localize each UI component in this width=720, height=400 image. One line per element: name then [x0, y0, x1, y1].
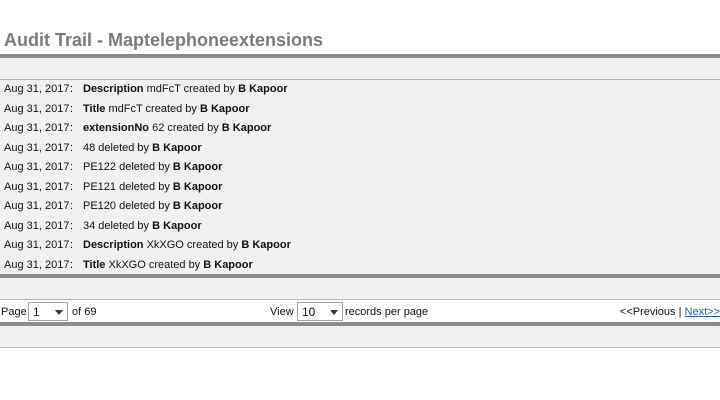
audit-entry: Aug 31, 2017: PE122 deleted by B Kapoor — [0, 158, 720, 178]
entry-prefix: PE120 deleted by — [83, 200, 173, 212]
entry-message: Description XkXGO created by B Kapoor — [83, 236, 291, 256]
entry-separator: : — [70, 141, 74, 154]
audit-entry: Aug 31, 2017: PE121 deleted by B Kapoor — [0, 178, 720, 198]
entry-date: Aug 31, 2017 — [4, 122, 70, 134]
entry-user: B Kapoor — [199, 102, 250, 115]
entry-date: Aug 31, 2017 — [4, 258, 70, 271]
entry-user: B Kapoor — [238, 83, 288, 95]
chevron-down-icon — [55, 310, 63, 315]
entry-date: Aug 31, 2017 — [4, 141, 70, 154]
audit-entry: Aug 31, 2017:48 deleted by B Kapoor — [0, 139, 720, 159]
page-count-label: of 69 — [72, 306, 97, 318]
entry-date: Aug 31, 2017 — [4, 239, 70, 251]
records-per-page-label: records per page — [345, 306, 429, 318]
footer-band — [0, 326, 720, 347]
entry-action: mdFcT created by — [143, 83, 239, 95]
entry-message: PE122 deleted by B Kapoor — [83, 158, 222, 178]
view-label: View — [270, 306, 294, 318]
entry-field: Description — [83, 83, 144, 95]
page-select-value: 1 — [33, 305, 40, 319]
records-per-page-select[interactable]: 10 — [297, 302, 343, 321]
next-link[interactable]: Next>> — [685, 306, 720, 318]
entry-date: Aug 31, 2017 — [4, 161, 70, 173]
entry-separator: : — [70, 258, 74, 271]
pager-nav: <<Previous | Next>> — [620, 306, 720, 318]
entry-field: Description — [83, 239, 144, 251]
entry-separator: : — [70, 180, 74, 193]
entry-field: Title — [83, 102, 106, 115]
entry-message: extensionNo 62 created by B Kapoor — [83, 119, 271, 139]
entry-action: XkXGO created by — [143, 239, 242, 251]
page-label: Page — [1, 306, 27, 318]
audit-entry: Aug 31, 2017: extensionNo 62 created by B… — [0, 119, 720, 139]
audit-entry: Aug 31, 2017:34 deleted by B Kapoor — [0, 217, 720, 237]
entry-date: Aug 31, 2017 — [4, 83, 70, 95]
entry-message: Title mdFcT created by B Kapoor — [83, 100, 249, 120]
entry-message: PE121 deleted by B Kapoor — [83, 178, 222, 198]
pager-top-band — [0, 278, 720, 299]
entry-user: B Kapoor — [172, 200, 223, 212]
entry-prefix: 34 deleted by — [83, 219, 153, 232]
entry-message: PE120 deleted by B Kapoor — [83, 197, 222, 217]
entry-user: B Kapoor — [152, 219, 202, 232]
entry-date: Aug 31, 2017 — [4, 200, 70, 212]
entry-prefix: PE121 deleted by — [83, 180, 173, 193]
entry-action: XkXGO created by — [105, 258, 204, 271]
chevron-down-icon — [330, 310, 338, 315]
entry-user: B Kapoor — [203, 258, 253, 271]
entry-action: mdFcT created by — [105, 102, 200, 115]
entry-user: B Kapoor — [172, 180, 223, 193]
entry-field: extensionNo — [83, 122, 150, 134]
entry-user: B Kapoor — [152, 141, 202, 154]
entry-separator: : — [70, 102, 74, 115]
pagination-bar: Page 1 of 69 View 10 records per page <<… — [0, 301, 720, 323]
entry-separator: : — [70, 219, 74, 232]
header-band — [0, 58, 720, 79]
entry-message: Description mdFcT created by B Kapoor — [83, 80, 288, 100]
audit-list: Aug 31, 2017: Description mdFcT created b… — [0, 80, 720, 274]
entry-separator: : — [70, 161, 74, 173]
page-select[interactable]: 1 — [28, 302, 68, 321]
entry-date: Aug 31, 2017 — [4, 102, 70, 115]
entry-prefix: PE122 deleted by — [83, 161, 173, 173]
audit-entry: Aug 31, 2017: PE120 deleted by B Kapoor — [0, 197, 720, 217]
entry-field: Title — [83, 258, 106, 271]
entry-user: B Kapoor — [241, 239, 291, 251]
entry-message: 48 deleted by B Kapoor — [83, 139, 202, 159]
footer-line — [0, 347, 720, 348]
entry-user: B Kapoor — [172, 161, 223, 173]
entry-separator: : — [70, 122, 74, 134]
audit-entry: Aug 31, 2017: Description mdFcT created b… — [0, 80, 720, 100]
entry-separator: : — [70, 83, 74, 95]
audit-entry: Aug 31, 2017: Description XkXGO created b… — [0, 236, 720, 256]
audit-entry: Aug 31, 2017: Title mdFcT created by B Ka… — [0, 100, 720, 120]
entry-user: B Kapoor — [221, 122, 272, 134]
records-per-page-value: 10 — [302, 305, 316, 319]
nav-divider: | — [678, 306, 682, 318]
pager-top-line — [0, 299, 720, 300]
entry-message: 34 deleted by B Kapoor — [83, 217, 202, 237]
entry-action: 62 created by — [149, 122, 222, 134]
page-title: Audit Trail - Maptelephoneextensions — [4, 30, 324, 50]
entry-message: Title XkXGO created by B Kapoor — [83, 256, 253, 276]
entry-separator: : — [70, 239, 74, 251]
entry-date: Aug 31, 2017 — [4, 219, 70, 232]
audit-entry: Aug 31, 2017: Title XkXGO created by B Ka… — [0, 256, 720, 276]
entry-prefix: 48 deleted by — [83, 141, 153, 154]
entry-separator: : — [70, 200, 74, 212]
previous-link[interactable]: <<Previous — [620, 306, 676, 318]
entry-date: Aug 31, 2017 — [4, 180, 70, 193]
